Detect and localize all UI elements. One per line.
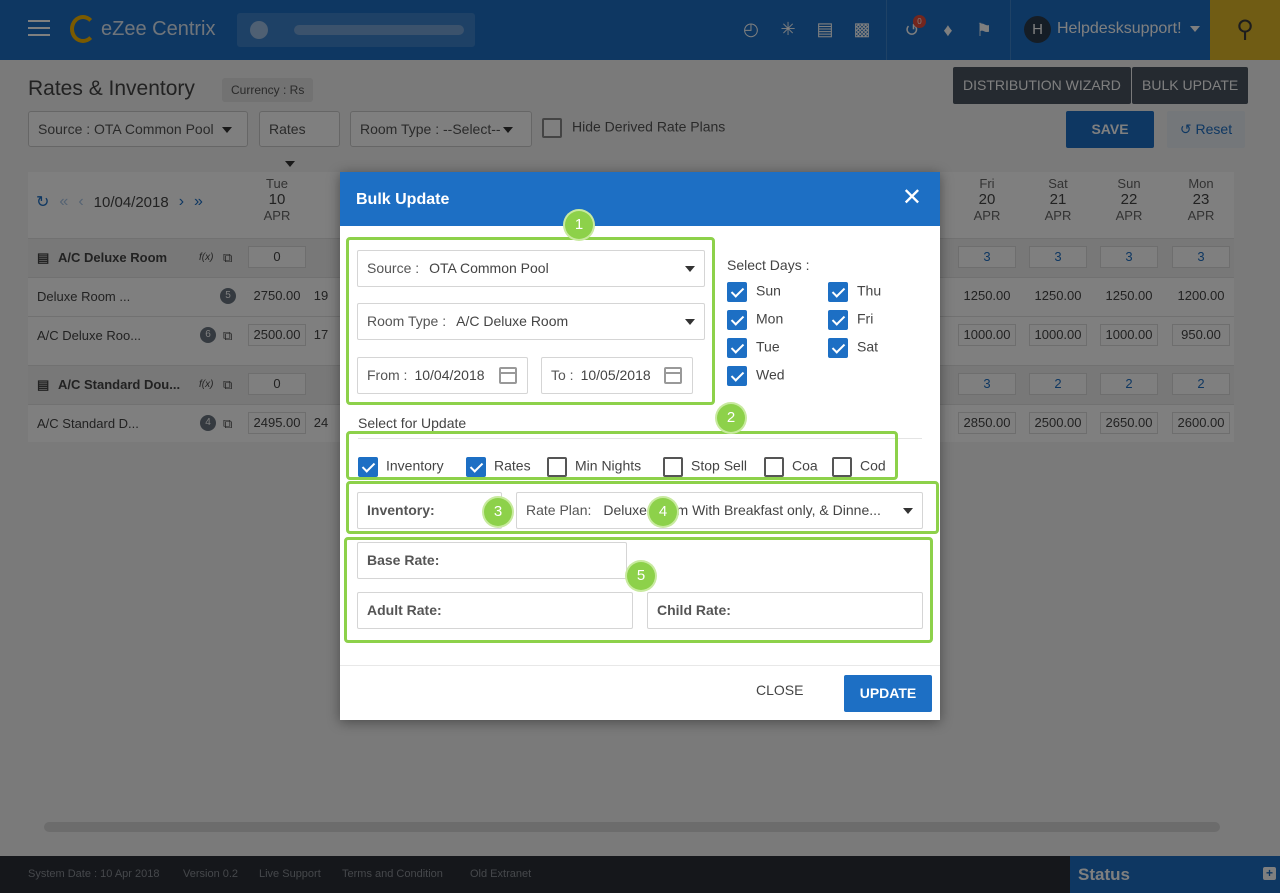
- day-label: Wed: [756, 366, 785, 383]
- checkbox[interactable]: [828, 282, 848, 302]
- day-checkbox-wed[interactable]: Wed: [727, 366, 785, 386]
- checkbox[interactable]: [727, 366, 747, 386]
- callout-badge-5: 5: [627, 562, 655, 590]
- callout-box-1: [346, 237, 715, 405]
- day-label: Thu: [857, 282, 882, 299]
- day-checkbox-fri[interactable]: Fri: [828, 310, 873, 330]
- day-checkbox-sat[interactable]: Sat: [828, 338, 878, 358]
- checkbox[interactable]: [727, 282, 747, 302]
- day-label: Sun: [756, 282, 781, 299]
- dialog-title: Bulk Update: [356, 191, 450, 208]
- day-label: Fri: [857, 310, 874, 327]
- divider: [340, 665, 940, 666]
- day-label: Sat: [857, 338, 879, 355]
- checkbox[interactable]: [727, 310, 747, 330]
- callout-box-5: [344, 537, 933, 643]
- callout-badge-4: 4: [649, 498, 677, 526]
- dialog-header: Bulk Update ✕: [340, 172, 940, 226]
- day-checkbox-mon[interactable]: Mon: [727, 310, 783, 330]
- day-checkbox-tue[interactable]: Tue: [727, 338, 780, 358]
- callout-badge-1: 1: [565, 211, 593, 239]
- close-button[interactable]: CLOSE: [756, 682, 803, 698]
- day-label: Mon: [756, 310, 784, 327]
- bulk-update-dialog: Bulk Update ✕ Source : OTA Common Pool Ro…: [340, 172, 940, 720]
- callout-box-3-4: [346, 481, 939, 534]
- checkbox[interactable]: [828, 338, 848, 358]
- select-days-label: Select Days :: [727, 257, 810, 273]
- close-icon[interactable]: ✕: [902, 186, 922, 210]
- day-checkbox-sun[interactable]: Sun: [727, 282, 781, 302]
- day-label: Tue: [756, 338, 780, 355]
- checkbox[interactable]: [727, 338, 747, 358]
- update-button[interactable]: UPDATE: [844, 675, 932, 712]
- checkbox[interactable]: [828, 310, 848, 330]
- callout-badge-2: 2: [717, 404, 745, 432]
- day-checkbox-thu[interactable]: Thu: [828, 282, 881, 302]
- callout-badge-3: 3: [484, 498, 512, 526]
- select-for-update-label: Select for Update: [358, 415, 467, 431]
- callout-box-2: [346, 431, 898, 480]
